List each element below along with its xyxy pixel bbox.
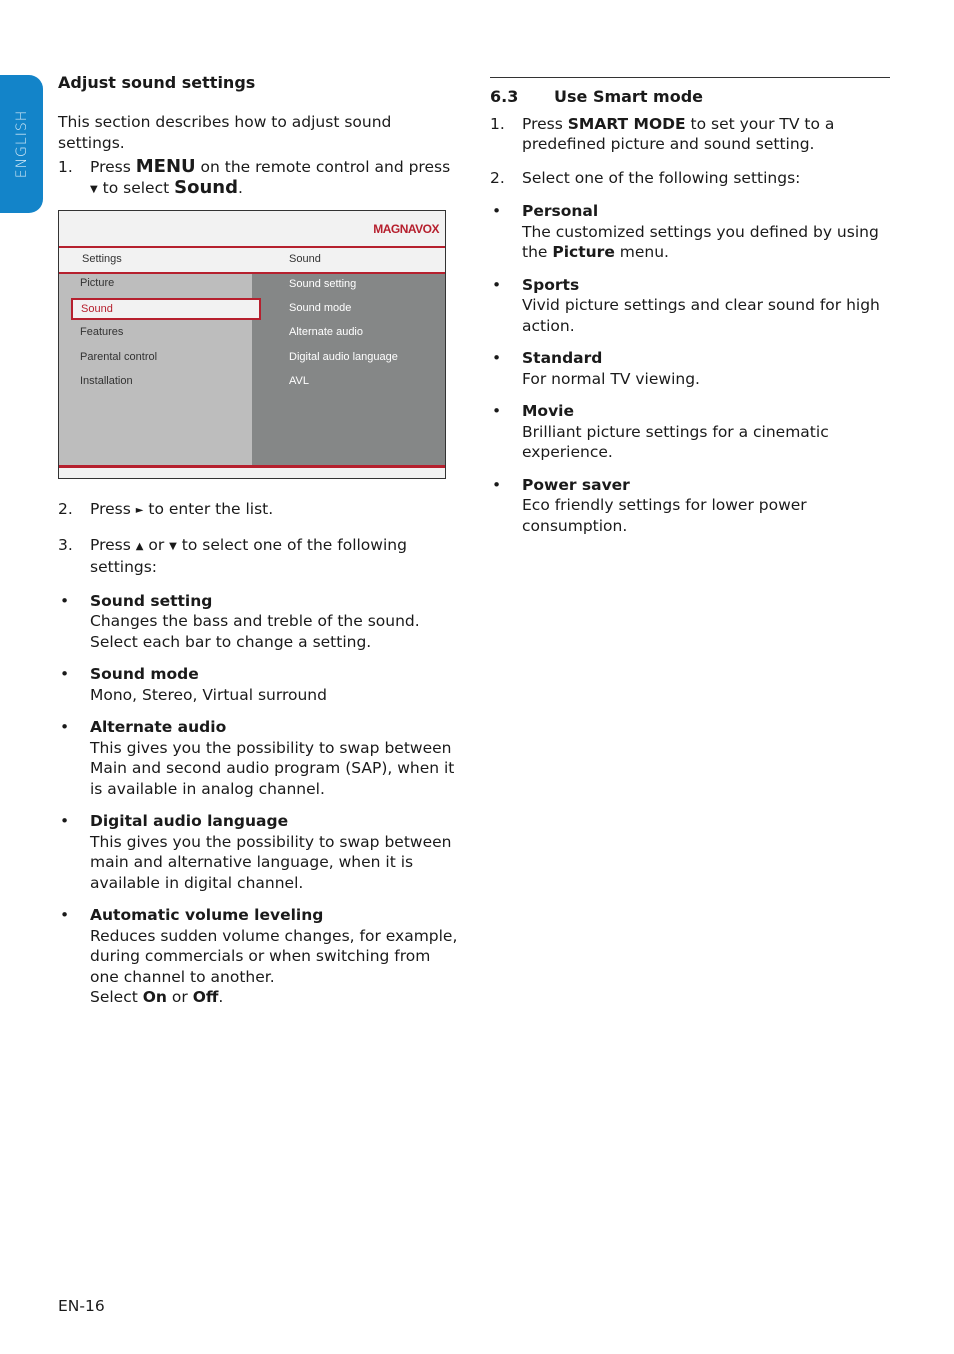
- bullet-digital-audio-language: • Digital audio language This gives you t…: [60, 812, 452, 892]
- step-number: 1.: [58, 158, 73, 176]
- bullet-sound-setting: • Sound setting Changes the bass and treb…: [60, 591, 420, 651]
- bullet-movie: • Movie Brilliant picture settings for a …: [492, 402, 829, 461]
- bullet-alternate-audio: • Alternate audio This gives you the poss…: [60, 718, 455, 798]
- section-title: Use Smart mode: [554, 87, 704, 106]
- smart-step-1: 1. Press SMART MODE to set your TV to a …: [490, 114, 835, 154]
- bullet-automatic-volume-leveling: • Automatic volume leveling Reduces sudde…: [60, 906, 458, 1006]
- tv-menu-header-sound: Sound: [289, 253, 321, 265]
- arrow-down-icon: ▼: [90, 183, 98, 195]
- tv-menu-body: Picture Features Parental control Instal…: [59, 274, 445, 468]
- language-tab: ENGLISH: [0, 75, 43, 213]
- step-3: 3. Press ▲ or ▼ to select one of the fol…: [58, 535, 407, 577]
- tv-menu-screenshot: MAGNAVOX Settings Sound Picture Features…: [58, 210, 446, 479]
- language-tab-label: ENGLISH: [13, 109, 30, 179]
- bullet-personal: • Personal The customized settings you de…: [492, 202, 879, 261]
- right-column: 6.3 Use Smart mode 1. Press SMART MODE t…: [490, 77, 890, 536]
- bullet-icon: •: [60, 591, 70, 610]
- bullet-icon: •: [60, 812, 70, 830]
- tv-menu-item-sound-selected[interactable]: Sound: [71, 298, 261, 320]
- step-1: 1. Press MENU on the remote control and …: [58, 156, 458, 200]
- bullet-standard: • Standard For normal TV viewing.: [492, 349, 700, 388]
- tv-menu-breadcrumb: Settings Sound: [59, 248, 445, 274]
- smart-step-2: 2. Select one of the following settings:: [490, 168, 801, 187]
- tv-menu-item-picture[interactable]: Picture: [80, 277, 114, 289]
- bullet-sports: • Sports Vivid picture settings and clear…: [492, 275, 880, 335]
- bullet-icon: •: [60, 906, 70, 924]
- bullet-icon: •: [492, 275, 502, 294]
- arrow-down-icon: ▼: [169, 540, 177, 552]
- menu-key: MENU: [135, 156, 196, 177]
- bullet-icon: •: [492, 202, 502, 220]
- bullet-icon: •: [60, 665, 70, 683]
- bullet-icon: •: [492, 349, 502, 367]
- tv-menu-item-sound-mode[interactable]: Sound mode: [289, 302, 351, 314]
- bullet-icon: •: [60, 718, 70, 736]
- tv-menu-item-features[interactable]: Features: [80, 326, 123, 338]
- tv-menu-item-digital-audio-language[interactable]: Digital audio language: [289, 351, 398, 363]
- tv-menu-item-installation[interactable]: Installation: [80, 375, 133, 387]
- tv-menu-item-avl[interactable]: AVL: [289, 375, 309, 387]
- left-column: Adjust sound settings This section descr…: [58, 72, 458, 200]
- smart-mode-key: SMART MODE: [567, 114, 686, 133]
- tv-menu-item-alternate-audio[interactable]: Alternate audio: [289, 326, 363, 338]
- section-number: 6.3: [490, 87, 519, 106]
- left-column-lower: 2. Press ► to enter the list. 3. Press ▲…: [58, 499, 458, 1008]
- intro-text: This section describes how to adjust sou…: [58, 113, 392, 152]
- page-number: EN-16: [58, 1297, 105, 1315]
- bullet-sound-mode: • Sound mode Mono, Stereo, Virtual surrou…: [60, 665, 327, 704]
- bullet-icon: •: [492, 402, 502, 420]
- tv-menu-item-parental-control[interactable]: Parental control: [80, 351, 157, 363]
- sound-target: Sound: [174, 176, 238, 198]
- step-2: 2. Press ► to enter the list.: [58, 500, 274, 518]
- bullet-icon: •: [492, 475, 502, 494]
- section-heading-smart-mode: 6.3 Use Smart mode: [490, 87, 890, 108]
- tv-menu-item-sound-setting[interactable]: Sound setting: [289, 278, 356, 290]
- bullet-power-saver: • Power saver Eco friendly settings for l…: [492, 475, 807, 535]
- tv-menu-header-settings: Settings: [82, 253, 122, 265]
- section-heading-adjust-sound: Adjust sound settings: [58, 73, 256, 92]
- magnavox-logo: MAGNAVOX: [373, 222, 439, 236]
- tv-menu-right-pane: Sound setting Sound mode Alternate audio…: [252, 274, 445, 465]
- tv-menu-header: MAGNAVOX: [59, 211, 445, 248]
